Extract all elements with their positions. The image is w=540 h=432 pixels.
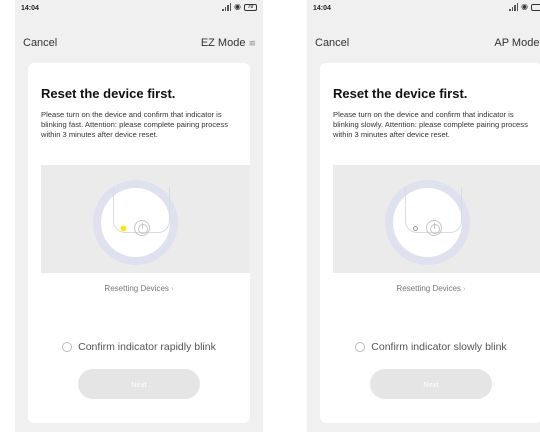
signal-icon [509, 3, 519, 11]
chevron-right-icon: › [170, 284, 174, 293]
resetting-devices-link[interactable]: Resetting Devices › [28, 284, 250, 293]
nav-bar: Cancel EZ Mode ≌ [15, 33, 263, 55]
device-illustration [333, 165, 540, 273]
swap-arrows-icon: ≌ [248, 38, 256, 48]
nav-bar: Cancel AP Mode≌ [307, 33, 540, 55]
next-button[interactable]: Next [78, 369, 200, 399]
signal-icon [222, 3, 232, 11]
wifi-icon: ◉ [521, 2, 528, 11]
resetting-devices-label: Resetting Devices [396, 284, 461, 293]
mode-switch-button[interactable]: AP Mode≌ [494, 37, 540, 49]
wifi-icon: ◉ [234, 2, 241, 11]
indicator-light-icon [121, 226, 126, 231]
device-face [393, 187, 462, 257]
status-bar: 14:04 ◉ 70 [15, 0, 263, 20]
phone-screen-ap-mode: 14:04 ◉ Cancel AP Mode≌ Reset the device… [307, 0, 540, 432]
device-ring [385, 180, 470, 265]
device-illustration [41, 165, 250, 273]
cancel-button[interactable]: Cancel [315, 37, 349, 49]
reset-card: Reset the device first. Please turn on t… [28, 63, 250, 423]
mode-label: AP Mode [494, 37, 540, 49]
status-icons: ◉ 70 [222, 3, 257, 11]
resetting-devices-label: Resetting Devices [104, 284, 169, 293]
status-time: 14:04 [313, 5, 331, 12]
chevron-right-icon: › [462, 284, 466, 293]
battery-icon [531, 3, 540, 11]
card-title: Reset the device first. [41, 86, 176, 101]
confirm-indicator-option[interactable]: Confirm indicator rapidly blink [28, 341, 250, 353]
confirm-label: Confirm indicator rapidly blink [78, 341, 216, 353]
status-bar: 14:04 ◉ [307, 0, 540, 20]
mode-label: EZ Mode [200, 37, 246, 49]
status-time: 14:04 [21, 5, 39, 12]
indicator-light-icon [413, 226, 418, 231]
cancel-button[interactable]: Cancel [23, 37, 57, 49]
device-ring [93, 180, 178, 265]
radio-unchecked-icon[interactable] [355, 342, 366, 352]
reset-card: Reset the device first. Please turn on t… [320, 63, 540, 423]
card-description: Please turn on the device and confirm th… [41, 110, 228, 140]
confirm-label: Confirm indicator slowly blink [371, 341, 507, 353]
resetting-devices-link[interactable]: Resetting Devices › [320, 284, 540, 293]
battery-icon: 70 [244, 3, 257, 11]
mode-switch-button[interactable]: EZ Mode ≌ [201, 37, 256, 49]
confirm-indicator-option[interactable]: Confirm indicator slowly blink [320, 341, 540, 353]
phone-screen-ez-mode: 14:04 ◉ 70 Cancel EZ Mode ≌ Reset the dev… [15, 0, 263, 432]
status-icons: ◉ [509, 3, 540, 11]
card-description: Please turn on the device and confirm th… [333, 110, 528, 140]
power-icon [134, 220, 150, 236]
next-button[interactable]: Next [370, 369, 492, 399]
power-icon [426, 220, 442, 236]
radio-unchecked-icon[interactable] [62, 342, 73, 352]
device-face [101, 187, 170, 257]
card-title: Reset the device first. [333, 86, 468, 101]
